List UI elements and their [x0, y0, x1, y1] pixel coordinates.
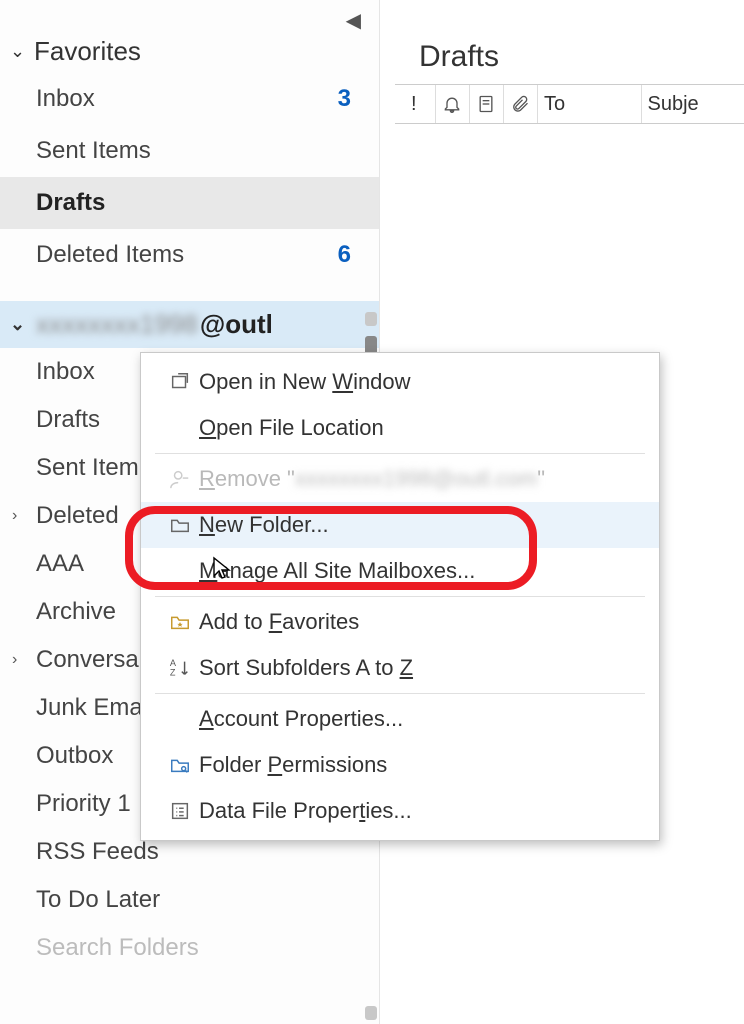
folder-inbox-fav[interactable]: Inbox 3 — [0, 73, 379, 125]
folder-count: 6 — [338, 241, 351, 269]
page-title: Drafts — [395, 40, 744, 84]
column-attachment-icon[interactable] — [503, 85, 537, 123]
column-to[interactable]: To — [537, 85, 641, 123]
favorites-section: ⌄ Favorites Inbox 3 Sent Items Drafts De… — [0, 0, 379, 281]
menu-folder-permissions[interactable]: Folder Permissions — [141, 742, 659, 788]
scroll-up-indicator[interactable] — [365, 312, 377, 326]
menu-sort-subfolders[interactable]: AZ Sort Subfolders A to Z — [141, 645, 659, 691]
chevron-down-icon: ⌄ — [10, 314, 34, 335]
account-header[interactable]: ⌄ xxxxxxxx1998@outl — [0, 301, 379, 348]
column-reminder-icon[interactable] — [435, 85, 469, 123]
folder-deleted-fav[interactable]: Deleted Items 6 — [0, 229, 379, 281]
menu-open-new-window[interactable]: Open in New Window — [141, 359, 659, 405]
context-menu: Open in New Window Open File Location Re… — [140, 352, 660, 841]
folder-search-icon — [161, 754, 199, 776]
collapse-nav-icon[interactable]: ◀ — [346, 8, 361, 33]
menu-label: Open in New Window — [199, 369, 411, 395]
menu-account-properties[interactable]: Account Properties... — [141, 696, 659, 742]
favorites-header[interactable]: ⌄ Favorites — [0, 30, 379, 73]
account-name-blurred: xxxxxxxx1998 — [36, 309, 198, 340]
menu-label: Folder Permissions — [199, 752, 387, 778]
column-subject[interactable]: Subje — [641, 85, 744, 123]
favorites-label: Favorites — [34, 36, 141, 67]
menu-divider — [155, 453, 645, 454]
column-icon-icon[interactable] — [469, 85, 503, 123]
folder-search[interactable]: Search Folders — [0, 924, 379, 972]
menu-new-folder[interactable]: New Folder... — [141, 502, 659, 548]
menu-add-favorites[interactable]: Add to Favorites — [141, 599, 659, 645]
menu-manage-mailboxes[interactable]: Manage All Site Mailboxes... — [141, 548, 659, 594]
folder-sent-fav[interactable]: Sent Items — [0, 125, 379, 177]
chevron-right-icon: › — [12, 507, 17, 525]
account-name-suffix: @outl — [200, 309, 273, 340]
column-header-row: ! To Subje — [395, 84, 744, 124]
folder-icon — [161, 514, 199, 536]
folder-drafts-fav[interactable]: Drafts — [0, 177, 379, 229]
sort-az-icon: AZ — [161, 657, 199, 679]
chevron-right-icon: › — [12, 651, 17, 669]
scroll-down-indicator[interactable] — [365, 1006, 377, 1020]
menu-label: Manage All Site Mailboxes... — [199, 558, 475, 584]
menu-label: Add to Favorites — [199, 609, 359, 635]
menu-remove-account: Remove "xxxxxxxx1998@outl.com" — [141, 456, 659, 502]
star-folder-icon — [161, 611, 199, 633]
menu-divider — [155, 596, 645, 597]
menu-label: Account Properties... — [199, 706, 403, 732]
new-window-icon — [161, 371, 199, 393]
menu-label: Sort Subfolders A to Z — [199, 655, 413, 681]
column-importance[interactable]: ! — [405, 85, 435, 123]
menu-label: Data File Properties... — [199, 798, 412, 824]
menu-label: Remove "xxxxxxxx1998@outl.com" — [199, 466, 545, 492]
person-remove-icon — [161, 468, 199, 490]
folder-todo[interactable]: To Do Later — [0, 876, 379, 924]
chevron-down-icon: ⌄ — [10, 41, 34, 62]
menu-open-file-location[interactable]: Open File Location — [141, 405, 659, 451]
favorites-folder-list: Inbox 3 Sent Items Drafts Deleted Items … — [0, 73, 379, 281]
folder-count: 3 — [338, 85, 351, 113]
menu-data-file-properties[interactable]: Data File Properties... — [141, 788, 659, 834]
menu-divider — [155, 693, 645, 694]
menu-label: Open File Location — [199, 415, 384, 441]
svg-text:Z: Z — [170, 667, 176, 677]
menu-label: New Folder... — [199, 512, 329, 538]
properties-list-icon — [161, 800, 199, 822]
